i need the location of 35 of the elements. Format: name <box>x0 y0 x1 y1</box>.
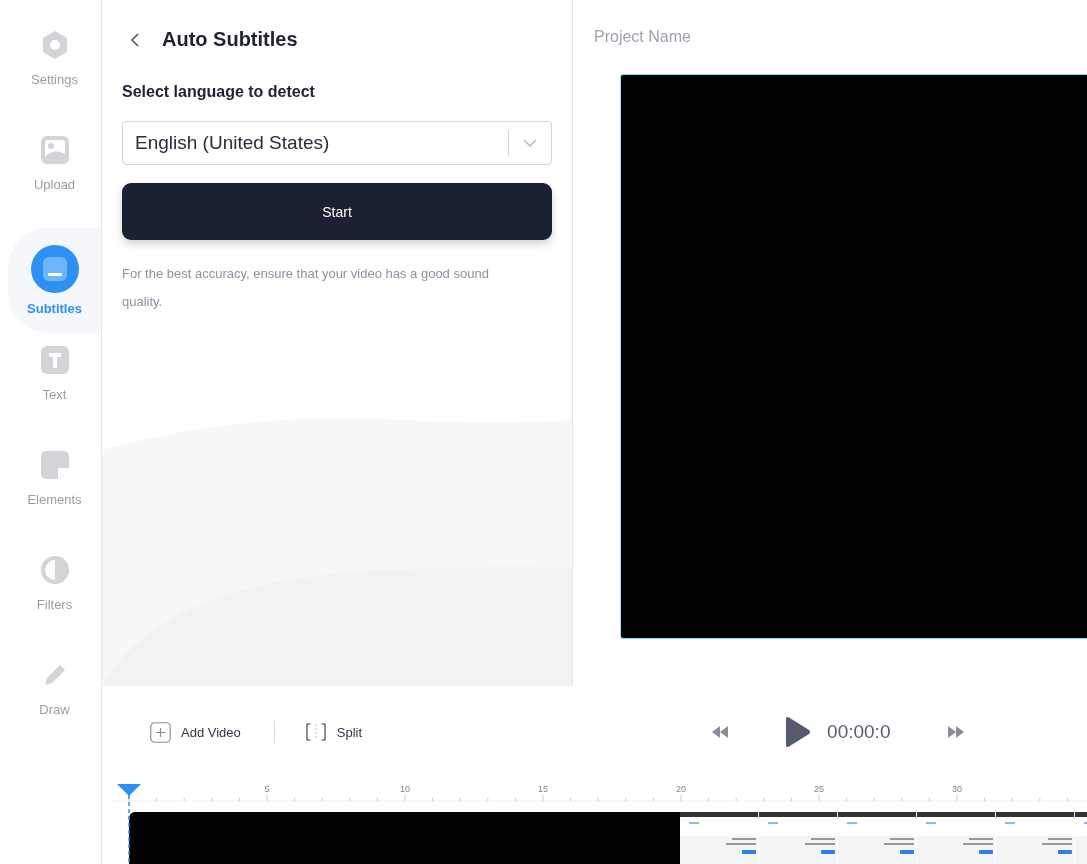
sidebar-item[interactable]: Filters <box>8 543 101 648</box>
text-icon <box>39 345 70 375</box>
sidebar-item[interactable]: Subtitles <box>8 228 101 333</box>
panel-title: Auto Subtitles <box>162 28 298 51</box>
field-label: Select language to detect <box>122 83 315 101</box>
sidebar-item[interactable]: Settings <box>8 18 101 123</box>
rewind-button[interactable] <box>712 726 729 738</box>
project-name: Project Name <box>594 28 692 46</box>
chevron-down-icon <box>523 139 537 147</box>
sidebar-item[interactable]: Elements <box>8 438 101 543</box>
ruler-label: 10 <box>400 784 410 794</box>
ruler-label: 15 <box>538 784 548 794</box>
sidebar-item[interactable]: Text <box>8 333 101 438</box>
ruler-label: 20 <box>676 784 686 794</box>
sidebar-item[interactable]: Draw <box>8 648 101 753</box>
time-display: 00:00:0 <box>827 721 891 743</box>
play-button[interactable] <box>784 716 812 748</box>
subtitles-icon <box>30 244 79 293</box>
fast-forward-button[interactable] <box>948 726 965 738</box>
split-button[interactable]: Split <box>304 723 363 741</box>
hint-text: For the best accuracy, ensure that your video has a good sound quality. <box>122 265 490 311</box>
ruler-label: 25 <box>814 784 824 794</box>
add-video-button[interactable]: Add Video <box>150 721 241 743</box>
plus-icon <box>150 721 171 743</box>
sidebar-item[interactable]: Upload <box>8 123 101 228</box>
language-select[interactable]: English (United States) <box>122 121 552 165</box>
ruler-label: 30 <box>952 784 962 794</box>
chevron-left-icon <box>130 32 140 47</box>
brackets-icon <box>304 723 327 741</box>
sticker-icon <box>39 450 70 480</box>
playhead[interactable] <box>116 783 142 863</box>
ruler-label: 5 <box>264 784 270 794</box>
image-icon <box>39 135 70 165</box>
start-button[interactable]: Start <box>122 183 552 240</box>
contrast-icon <box>39 555 70 585</box>
